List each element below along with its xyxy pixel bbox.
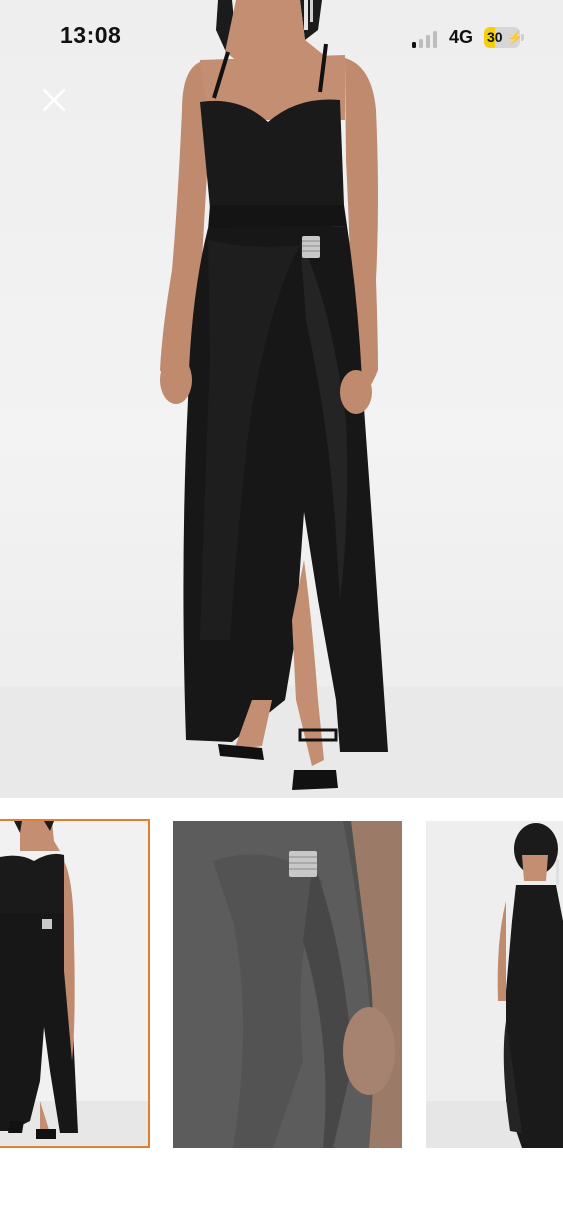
close-icon <box>42 88 66 112</box>
thumbnail-strip <box>0 818 563 1150</box>
status-bar: 13:08 4G 30 ⚡ <box>0 0 563 76</box>
thumbnail-front-selected[interactable] <box>0 819 150 1148</box>
network-type: 4G <box>449 27 474 47</box>
dress-model-figure <box>160 0 388 790</box>
close-button[interactable] <box>36 82 72 118</box>
thumbnail-back-view[interactable] <box>426 821 563 1148</box>
status-time: 13:08 <box>60 22 122 48</box>
thumbnail-buckle-detail[interactable] <box>173 821 402 1148</box>
thumbnail-full-front-view <box>0 821 148 1146</box>
battery-level: 30 <box>487 29 503 45</box>
charging-bolt-icon: ⚡ <box>507 30 520 45</box>
thumbnail-buckle-closeup <box>173 821 402 1148</box>
thumbnail-back-view-image <box>426 821 563 1148</box>
battery-icon: 30 ⚡ <box>484 27 520 48</box>
cellular-signal-icon <box>412 30 440 48</box>
product-image-main[interactable] <box>0 0 563 798</box>
battery-cap <box>521 34 524 41</box>
